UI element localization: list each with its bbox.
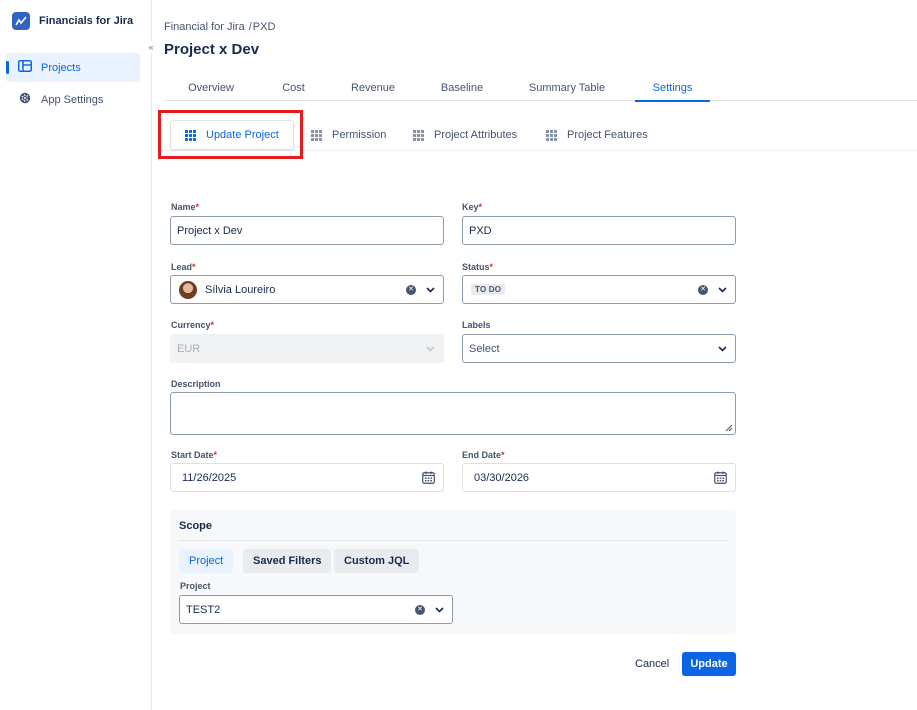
lead-value: Sílvia Loureiro xyxy=(205,283,276,296)
chevron-down-icon[interactable] xyxy=(717,344,727,354)
scope-custom-jql-button[interactable]: Custom JQL xyxy=(334,549,420,573)
lead-select[interactable]: Sílvia Loureiro ✕ xyxy=(170,275,444,304)
app-logo-icon xyxy=(12,12,30,30)
name-label: Name* xyxy=(171,202,200,212)
chevron-down-icon[interactable] xyxy=(434,605,444,615)
board-icon xyxy=(18,60,32,75)
subtab-label: Project Attributes xyxy=(434,129,518,141)
calendar-icon[interactable] xyxy=(422,471,435,484)
status-label: Status* xyxy=(462,262,494,272)
clear-icon[interactable]: ✕ xyxy=(406,284,416,295)
scope-project-button[interactable]: Project xyxy=(179,549,234,573)
breadcrumb-root[interactable]: Financial for Jira xyxy=(164,21,245,33)
grid-icon xyxy=(413,129,424,141)
start-date-input[interactable]: 11/26/2025 xyxy=(170,463,444,492)
chevron-down-icon[interactable] xyxy=(425,285,435,295)
description-label: Description xyxy=(171,379,221,389)
name-input[interactable]: Project x Dev xyxy=(170,216,444,245)
scope-panel: Scope Project Saved Filters Custom JQL P… xyxy=(170,510,736,634)
subtab-label: Update Project xyxy=(206,129,279,141)
scope-project-select[interactable]: TEST2 ✕ xyxy=(179,595,453,624)
end-date-input[interactable]: 03/30/2026 xyxy=(462,463,736,492)
end-date-value: 03/30/2026 xyxy=(474,471,530,484)
sidebar-item-label: Projects xyxy=(41,61,81,74)
start-date-label: Start Date* xyxy=(171,450,218,460)
breadcrumb-current[interactable]: PXD xyxy=(253,21,276,33)
resize-handle-icon[interactable] xyxy=(725,424,733,432)
scope-project-value: TEST2 xyxy=(186,603,221,616)
status-lozenge: TO DO xyxy=(471,284,506,295)
app-title: Financials for Jira xyxy=(39,15,134,27)
gear-icon xyxy=(18,91,32,108)
subtab-project-attributes[interactable]: Project Attributes xyxy=(413,120,517,150)
currency-value: EUR xyxy=(177,342,201,355)
main-tabs: Overview Cost Revenue Baseline Summary T… xyxy=(164,76,917,102)
status-select[interactable]: TO DO ✕ xyxy=(462,275,736,304)
settings-subtabs: Update Project Permission Project Attrib… xyxy=(164,117,917,151)
tab-baseline[interactable]: Baseline xyxy=(417,76,507,101)
labels-placeholder: Select xyxy=(469,342,500,355)
grid-icon xyxy=(546,129,557,141)
update-button[interactable]: Update xyxy=(682,652,736,676)
currency-select: EUR xyxy=(170,334,444,363)
calendar-icon[interactable] xyxy=(714,471,727,484)
sidebar-item-app-settings[interactable]: App Settings xyxy=(6,85,140,114)
clear-icon[interactable]: ✕ xyxy=(415,604,425,615)
tab-settings[interactable]: Settings xyxy=(635,76,710,102)
tab-summary-table[interactable]: Summary Table xyxy=(507,76,627,101)
key-label: Key* xyxy=(462,202,483,212)
breadcrumb: Financial for Jira / PXD xyxy=(164,21,275,33)
subtab-label: Project Features xyxy=(567,129,648,141)
key-input[interactable]: PXD xyxy=(462,216,736,245)
currency-label: Currency* xyxy=(171,320,215,330)
app-header: Financials for Jira xyxy=(12,12,133,30)
tab-overview[interactable]: Overview xyxy=(164,76,258,101)
tab-cost[interactable]: Cost xyxy=(258,76,329,101)
start-date-value: 11/26/2025 xyxy=(182,471,237,484)
collapse-sidebar-icon[interactable]: « xyxy=(146,41,156,53)
chevron-down-icon[interactable] xyxy=(717,285,727,295)
avatar xyxy=(179,280,197,299)
cancel-button[interactable]: Cancel xyxy=(629,652,675,676)
grid-icon xyxy=(185,129,196,141)
description-textarea[interactable] xyxy=(170,392,736,435)
tab-revenue[interactable]: Revenue xyxy=(329,76,417,101)
breadcrumb-separator: / xyxy=(248,21,252,33)
subtab-update-project[interactable]: Update Project xyxy=(170,120,294,150)
subtab-project-features[interactable]: Project Features xyxy=(546,120,648,150)
sidebar-item-projects[interactable]: Projects xyxy=(6,53,140,82)
chevron-down-icon xyxy=(425,344,435,354)
subtab-permission[interactable]: Permission xyxy=(311,120,386,150)
grid-icon xyxy=(311,129,322,141)
divider xyxy=(179,540,727,541)
subtab-label: Permission xyxy=(332,129,387,141)
clear-icon[interactable]: ✕ xyxy=(698,284,708,295)
end-date-label: End Date* xyxy=(462,450,505,460)
labels-label: Labels xyxy=(462,320,491,330)
lead-label: Lead* xyxy=(171,262,196,272)
scope-title: Scope xyxy=(179,520,213,532)
scope-project-label: Project xyxy=(180,581,211,591)
scope-saved-filters-button[interactable]: Saved Filters xyxy=(243,549,332,573)
page-title: Project x Dev xyxy=(164,41,260,58)
labels-select[interactable]: Select xyxy=(462,334,736,363)
sidebar-item-label: App Settings xyxy=(41,93,104,106)
sidebar: Financials for Jira Projects App Setting… xyxy=(0,0,152,710)
